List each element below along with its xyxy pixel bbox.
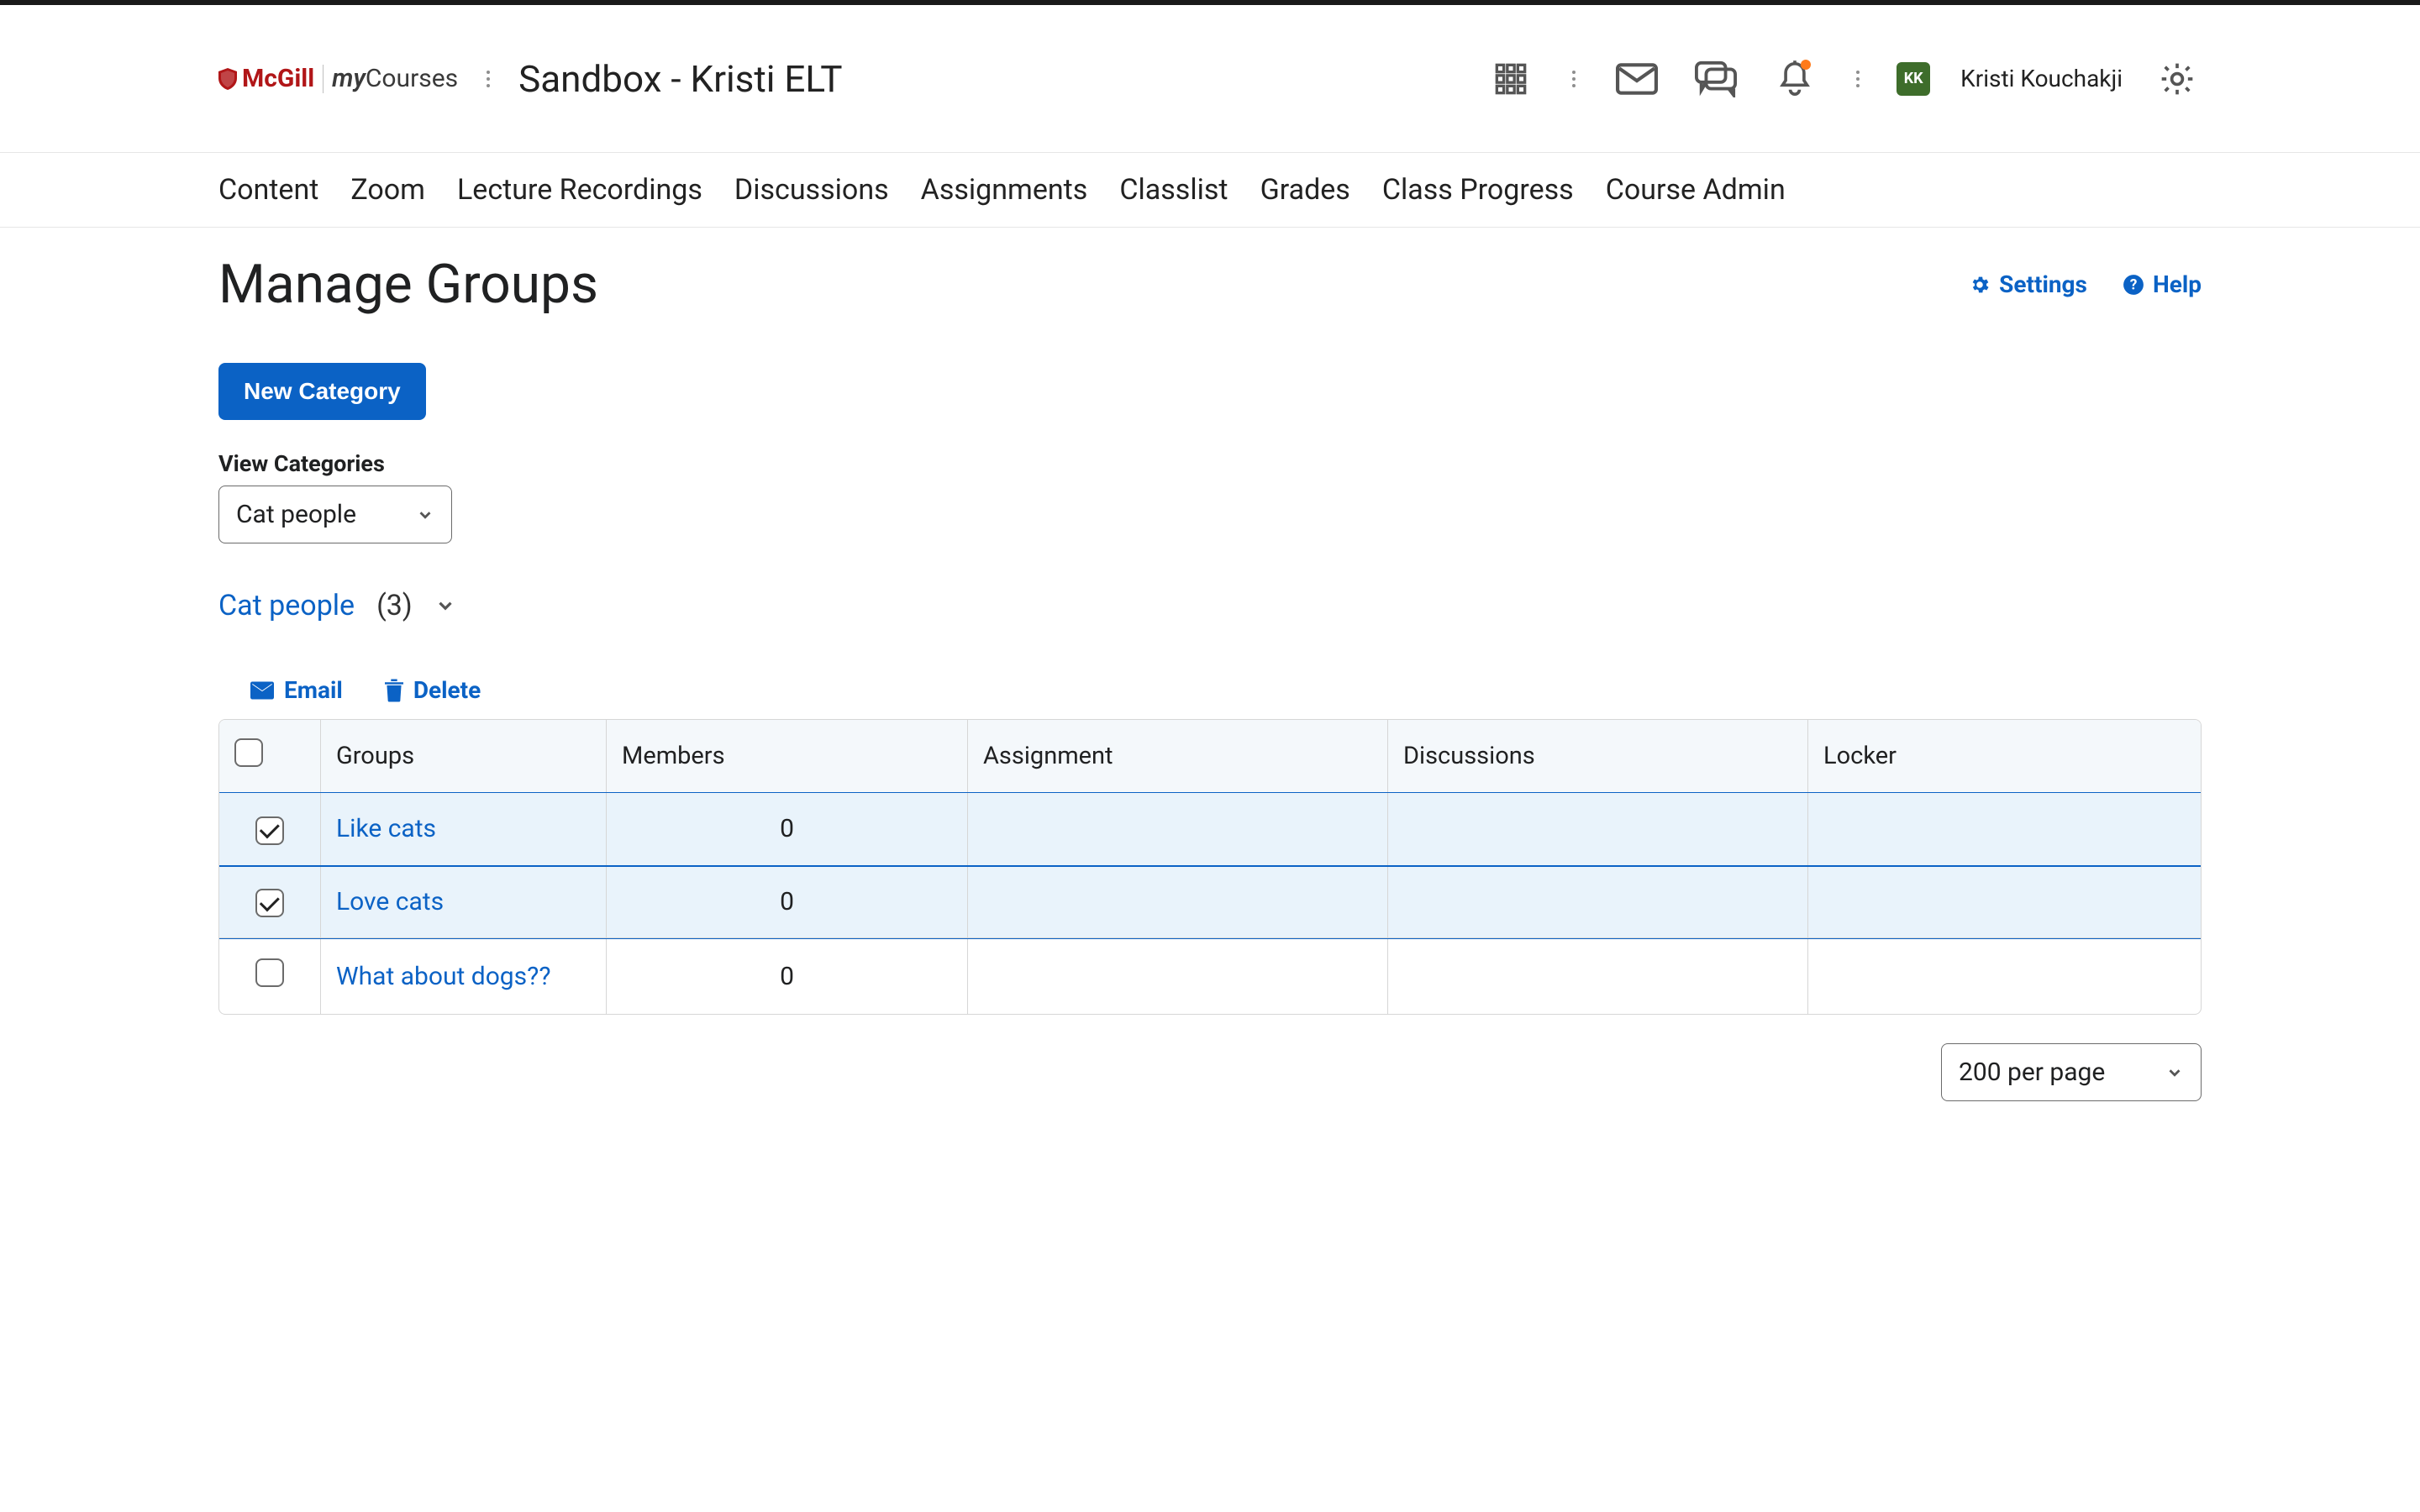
user-kebab-menu[interactable]	[1849, 64, 1866, 94]
discussions-cell	[1387, 938, 1807, 1014]
help-link[interactable]: ? Help	[2123, 270, 2202, 298]
nav-item-grades[interactable]: Grades	[1260, 173, 1350, 207]
brand-mcgill: McGill	[218, 64, 314, 93]
chevron-down-icon	[416, 506, 434, 524]
main-content: Manage Groups Settings ? Help New Catego…	[0, 228, 2420, 1152]
header-kebab-menu[interactable]	[1565, 64, 1582, 94]
svg-text:?: ?	[2130, 276, 2138, 293]
nav-item-zoom[interactable]: Zoom	[350, 173, 425, 207]
nav-item-assignments[interactable]: Assignments	[921, 173, 1088, 207]
avatar[interactable]: KK	[1897, 62, 1930, 96]
trash-icon	[385, 679, 403, 702]
group-name-link[interactable]: Love cats	[336, 887, 444, 916]
brand-kebab-menu[interactable]	[480, 64, 497, 94]
nav-item-class-progress[interactable]: Class Progress	[1382, 173, 1574, 207]
assignment-cell	[967, 866, 1387, 939]
chevron-down-icon	[2165, 1063, 2184, 1082]
mail-icon	[250, 681, 274, 700]
page-actions: Settings ? Help	[1969, 270, 2202, 298]
category-menu-toggle[interactable]	[434, 595, 456, 617]
course-title[interactable]: Sandbox - Kristi ELT	[518, 57, 842, 101]
table-row: What about dogs?? 0	[219, 938, 2201, 1014]
settings-link-label: Settings	[1999, 270, 2087, 298]
category-select[interactable]: Cat people	[218, 486, 452, 543]
row-checkbox[interactable]	[255, 958, 284, 987]
gear-icon	[1969, 274, 1991, 296]
category-select-value: Cat people	[236, 500, 356, 529]
table-header-row: Groups Members Assignment Discussions Lo…	[219, 720, 2201, 793]
help-icon: ?	[2123, 274, 2144, 296]
members-cell: 0	[606, 938, 967, 1014]
user-name[interactable]: Kristi Kouchakji	[1960, 65, 2123, 92]
groups-table: Groups Members Assignment Discussions Lo…	[218, 719, 2202, 1015]
nav-item-discussions[interactable]: Discussions	[734, 173, 889, 207]
assignment-cell	[967, 793, 1387, 866]
messages-icon[interactable]	[1691, 55, 1740, 103]
delete-action-label: Delete	[413, 676, 481, 704]
help-link-label: Help	[2153, 270, 2202, 298]
header-locker[interactable]: Locker	[1807, 720, 2201, 793]
page-top: Manage Groups Settings ? Help	[218, 253, 2202, 316]
header-right: KK Kristi Kouchakji	[1486, 55, 2202, 103]
table-row: Like cats 0	[219, 793, 2201, 866]
category-name-link[interactable]: Cat people	[218, 589, 355, 622]
assignment-cell	[967, 938, 1387, 1014]
chevron-down-icon	[434, 595, 456, 617]
category-header-row: Cat people (3)	[218, 589, 2202, 622]
settings-link[interactable]: Settings	[1969, 270, 2087, 298]
locker-cell	[1807, 938, 2201, 1014]
notification-badge	[1801, 60, 1811, 70]
new-category-button[interactable]: New Category	[218, 363, 426, 420]
email-action-label: Email	[284, 676, 343, 704]
header-select-all	[219, 720, 320, 793]
row-checkbox[interactable]	[255, 889, 284, 917]
row-checkbox[interactable]	[255, 816, 284, 845]
nav-item-classlist[interactable]: Classlist	[1119, 173, 1228, 207]
page-size-value: 200 per page	[1959, 1058, 2105, 1087]
nav-item-course-admin[interactable]: Course Admin	[1606, 173, 1786, 207]
brand-courses-text: Courses	[366, 64, 458, 93]
members-cell: 0	[606, 793, 967, 866]
settings-gear-icon[interactable]	[2153, 55, 2202, 103]
table-row: Love cats 0	[219, 866, 2201, 939]
members-cell: 0	[606, 866, 967, 939]
select-all-checkbox[interactable]	[234, 738, 263, 767]
page-size-select[interactable]: 200 per page	[1941, 1043, 2202, 1101]
mail-icon[interactable]	[1612, 55, 1661, 103]
header-assignment[interactable]: Assignment	[967, 720, 1387, 793]
delete-action[interactable]: Delete	[385, 676, 481, 704]
nav-item-content[interactable]: Content	[218, 173, 318, 207]
group-name-link[interactable]: What about dogs??	[336, 962, 551, 991]
mcgill-crest-icon	[218, 68, 237, 90]
pager: 200 per page	[218, 1035, 2202, 1101]
group-name-link[interactable]: Like cats	[336, 814, 436, 843]
brand-mycourses: myCourses	[332, 64, 458, 93]
nav-item-lecture-recordings[interactable]: Lecture Recordings	[457, 173, 702, 207]
brand-my-text: my	[332, 64, 366, 93]
course-nav: Content Zoom Lecture Recordings Discussi…	[0, 153, 2420, 228]
email-action[interactable]: Email	[250, 676, 343, 704]
view-categories-label: View Categories	[218, 450, 2202, 477]
discussions-cell	[1387, 866, 1807, 939]
brand-mcgill-text: McGill	[242, 64, 314, 93]
notifications-icon[interactable]	[1770, 55, 1819, 103]
discussions-cell	[1387, 793, 1807, 866]
apps-grid-icon[interactable]	[1486, 55, 1535, 103]
page-title: Manage Groups	[218, 253, 598, 316]
brand-separator	[323, 65, 324, 93]
header-members[interactable]: Members	[606, 720, 967, 793]
locker-cell	[1807, 793, 2201, 866]
brand[interactable]: McGill myCourses	[218, 64, 458, 93]
locker-cell	[1807, 866, 2201, 939]
header-left: McGill myCourses Sandbox - Kristi ELT	[218, 57, 842, 101]
header-groups[interactable]: Groups	[320, 720, 606, 793]
header-discussions[interactable]: Discussions	[1387, 720, 1807, 793]
avatar-initials: KK	[1904, 70, 1923, 87]
category-count: (3)	[376, 589, 413, 622]
bulk-actions: Email Delete	[218, 676, 2202, 704]
app-header: McGill myCourses Sandbox - Kristi ELT KK…	[0, 5, 2420, 153]
